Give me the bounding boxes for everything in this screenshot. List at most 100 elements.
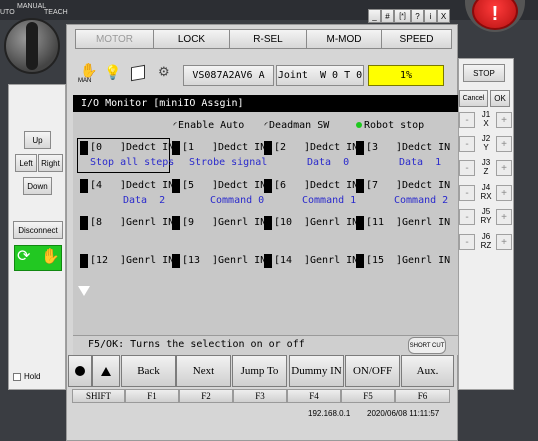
scroll-down-icon[interactable] xyxy=(78,286,90,296)
enable-auto-option[interactable]: ◜Enable Auto xyxy=(172,120,244,131)
info-button[interactable]: i xyxy=(424,9,437,23)
io-led[interactable] xyxy=(172,254,180,268)
io-led[interactable] xyxy=(80,216,88,230)
aux-button[interactable]: Aux. xyxy=(401,355,454,387)
io-led[interactable] xyxy=(80,179,88,193)
hold-checkbox[interactable] xyxy=(13,373,21,381)
robot-stop-option[interactable]: Robot stop xyxy=(356,120,424,131)
jog-plus-button[interactable]: + xyxy=(496,136,512,152)
io-led[interactable] xyxy=(172,179,180,193)
lock-button[interactable]: LOCK xyxy=(153,29,230,49)
close-button[interactable]: X xyxy=(437,9,450,23)
up-arrow-button[interactable] xyxy=(92,355,120,387)
io-label[interactable]: ]Dedct IN xyxy=(304,141,358,155)
io-number[interactable]: [4 xyxy=(90,179,102,193)
io-number[interactable]: [14 xyxy=(274,254,292,268)
cancel-button[interactable]: Cancel xyxy=(459,90,488,107)
io-led[interactable] xyxy=(264,179,272,193)
down-button[interactable]: Down xyxy=(23,177,52,195)
f6-key[interactable]: F6 xyxy=(395,389,450,403)
io-number[interactable]: [6 xyxy=(274,179,286,193)
io-led[interactable] xyxy=(80,254,88,268)
left-button[interactable]: Left xyxy=(15,154,37,172)
right-button[interactable]: Right xyxy=(38,154,63,172)
jog-minus-button[interactable]: - xyxy=(459,209,475,225)
io-led[interactable] xyxy=(80,141,88,155)
shortcut-button[interactable]: SHORT CUT xyxy=(408,337,446,354)
mode-button[interactable]: M-MOD xyxy=(306,29,382,49)
io-number[interactable]: [15 xyxy=(366,254,384,268)
jog-minus-button[interactable]: - xyxy=(459,160,475,176)
on-off-button[interactable]: ON/OFF xyxy=(345,355,400,387)
back-button[interactable]: Back xyxy=(121,355,176,387)
next-button[interactable]: Next xyxy=(176,355,231,387)
io-led[interactable] xyxy=(264,254,272,268)
hand-stop-icon[interactable]: ✋ xyxy=(41,248,60,266)
io-number[interactable]: [1 xyxy=(182,141,194,155)
io-number[interactable]: [13 xyxy=(182,254,200,268)
f3-key[interactable]: F3 xyxy=(233,389,287,403)
robot-model-button[interactable]: VS087A2AV6 A xyxy=(183,65,274,86)
record-button[interactable] xyxy=(68,355,92,387)
io-label[interactable]: ]Genrl IN xyxy=(304,254,358,268)
jump-to-button[interactable]: Jump To xyxy=(232,355,287,387)
shift-key[interactable]: SHIFT xyxy=(72,389,125,403)
io-label[interactable]: ]Dedct IN xyxy=(212,179,266,193)
deadman-sw-option[interactable]: ◜Deadman SW xyxy=(263,120,329,131)
io-led[interactable] xyxy=(356,254,364,268)
f1-key[interactable]: F1 xyxy=(125,389,179,403)
speed-button[interactable]: SPEED xyxy=(381,29,452,49)
io-led[interactable] xyxy=(356,179,364,193)
jog-plus-button[interactable]: + xyxy=(496,209,512,225)
jog-minus-button[interactable]: - xyxy=(459,185,475,201)
ok-button[interactable]: OK xyxy=(490,90,510,107)
io-label[interactable]: ]Dedct IN xyxy=(120,141,174,155)
help-button[interactable]: ? xyxy=(411,9,424,23)
motor-button[interactable]: MOTOR xyxy=(75,29,154,49)
io-number[interactable]: [0 xyxy=(90,141,102,155)
jog-minus-button[interactable]: - xyxy=(459,112,475,128)
io-led[interactable] xyxy=(264,141,272,155)
maximize-button[interactable]: [*] xyxy=(394,9,411,23)
disconnect-button[interactable]: Disconnect xyxy=(13,221,63,239)
io-label[interactable]: ]Genrl IN xyxy=(304,216,358,230)
io-led[interactable] xyxy=(172,141,180,155)
f4-key[interactable]: F4 xyxy=(287,389,341,403)
io-number[interactable]: [11 xyxy=(366,216,384,230)
io-label[interactable]: ]Dedct IN xyxy=(120,179,174,193)
jog-plus-button[interactable]: + xyxy=(496,112,512,128)
io-label[interactable]: ]Dedct IN xyxy=(396,179,450,193)
f5-key[interactable]: F5 xyxy=(341,389,395,403)
grid-button[interactable]: # xyxy=(381,9,394,23)
io-led[interactable] xyxy=(264,216,272,230)
io-led[interactable] xyxy=(356,216,364,230)
io-label[interactable]: ]Genrl IN xyxy=(212,216,266,230)
io-number[interactable]: [2 xyxy=(274,141,286,155)
sync-icon[interactable]: ⟳ xyxy=(17,248,30,266)
jog-minus-button[interactable]: - xyxy=(459,234,475,250)
io-number[interactable]: [9 xyxy=(182,216,194,230)
io-label[interactable]: ]Dedct IN xyxy=(304,179,358,193)
minimize-button[interactable]: _ xyxy=(368,9,381,23)
io-number[interactable]: [5 xyxy=(182,179,194,193)
jog-minus-button[interactable]: - xyxy=(459,136,475,152)
io-number[interactable]: [7 xyxy=(366,179,378,193)
io-label[interactable]: ]Dedct IN xyxy=(396,141,450,155)
io-label[interactable]: ]Genrl IN xyxy=(120,216,174,230)
io-label[interactable]: ]Genrl IN xyxy=(120,254,174,268)
jog-plus-button[interactable]: + xyxy=(496,160,512,176)
robot-select-button[interactable]: R-SEL xyxy=(229,29,307,49)
io-number[interactable]: [3 xyxy=(366,141,378,155)
io-number[interactable]: [12 xyxy=(90,254,108,268)
io-label[interactable]: ]Genrl IN xyxy=(212,254,266,268)
io-led[interactable] xyxy=(172,216,180,230)
up-button[interactable]: Up xyxy=(24,131,51,149)
io-label[interactable]: ]Genrl IN xyxy=(396,216,450,230)
io-led[interactable] xyxy=(356,141,364,155)
f2-key[interactable]: F2 xyxy=(179,389,233,403)
io-label[interactable]: ]Dedct IN xyxy=(212,141,266,155)
jog-plus-button[interactable]: + xyxy=(496,185,512,201)
dummy-in-button[interactable]: Dummy IN xyxy=(289,355,344,387)
io-number[interactable]: [8 xyxy=(90,216,102,230)
io-number[interactable]: [10 xyxy=(274,216,292,230)
